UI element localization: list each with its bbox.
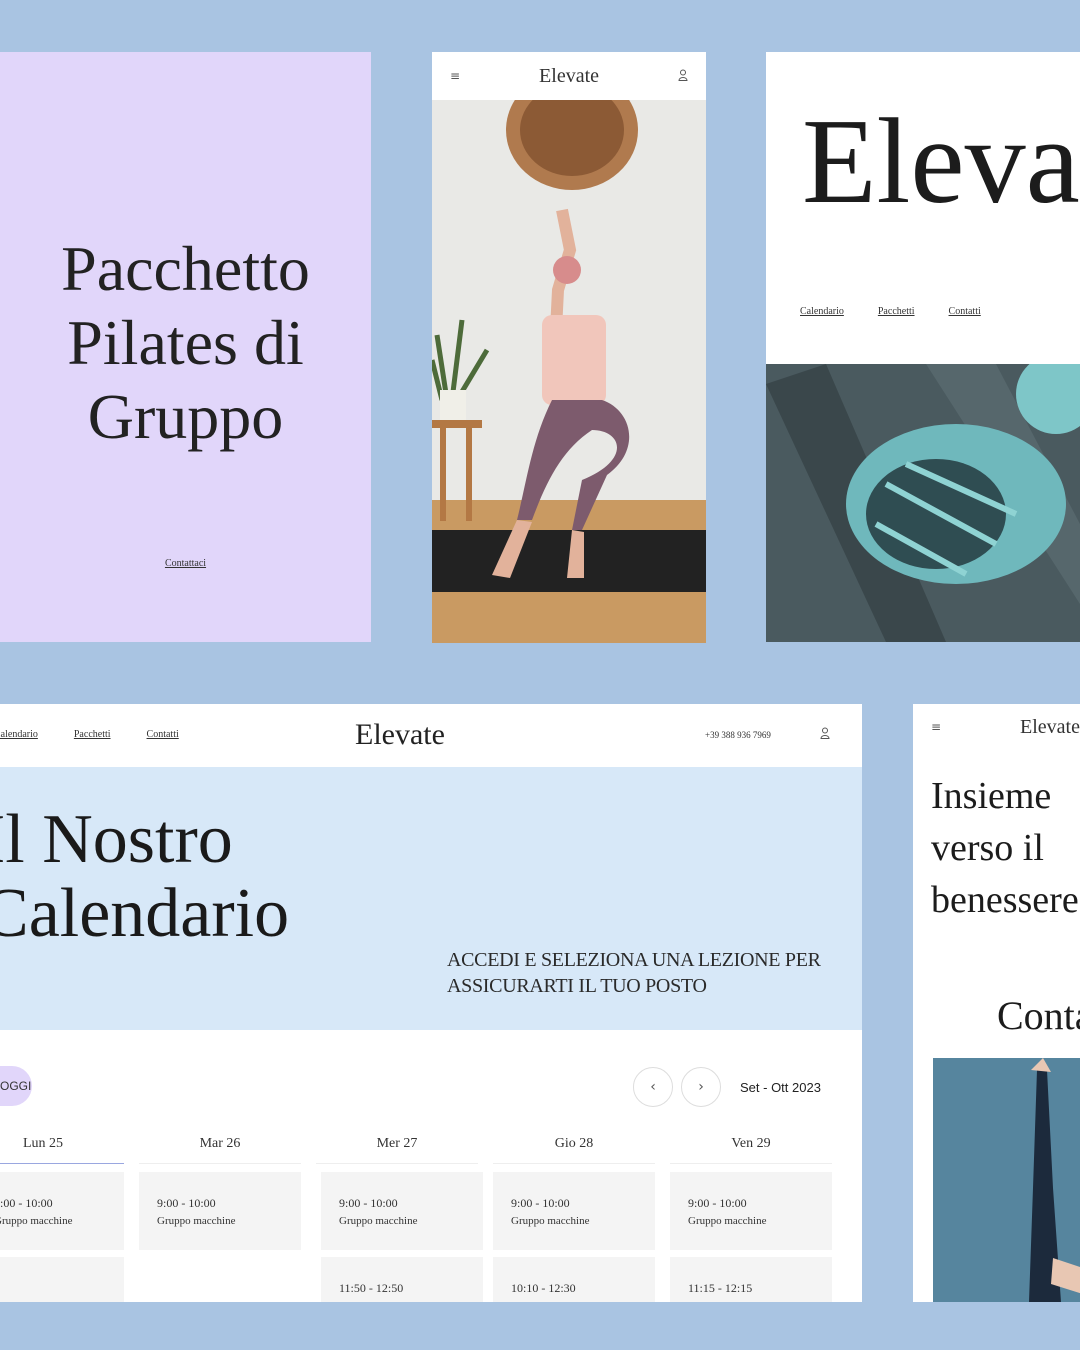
nav-link-contatti[interactable]: Contatti xyxy=(949,306,981,317)
page-title-line: Calendario xyxy=(0,875,290,952)
day-header[interactable]: Gio 28 xyxy=(493,1136,655,1164)
desktop-header: Calendario Pacchetti Contatti Elevate +3… xyxy=(0,704,862,767)
package-title-line: Pilates di xyxy=(67,307,304,378)
slot-time: 9:00 - 10:00 xyxy=(339,1196,398,1210)
day-header[interactable]: Lun 25 xyxy=(0,1136,124,1164)
slot-time: 11:50 - 12:50 xyxy=(339,1281,404,1295)
hamburger-icon[interactable]: ≡ xyxy=(931,720,941,734)
nav-link-calendario[interactable]: Calendario xyxy=(0,729,38,740)
section-title: Contatti xyxy=(997,993,1080,1038)
mobile-header: ≡ Elevate xyxy=(432,52,706,100)
date-range: Set - Ott 2023 xyxy=(740,1080,821,1095)
calendar-desktop-card: Calendario Pacchetti Contatti Elevate +3… xyxy=(0,704,862,1302)
brand-logo[interactable]: Elevate xyxy=(539,65,599,88)
day-header[interactable]: Mar 26 xyxy=(139,1136,301,1164)
day-header[interactable]: Mer 27 xyxy=(316,1136,478,1164)
slot-name: Gruppo macchine xyxy=(157,1215,236,1227)
slot-name: Gruppo macchine xyxy=(688,1215,767,1227)
desktop-nav: Calendario Pacchetti Contatti xyxy=(0,729,179,740)
slot-time: 9:00 - 10:00 xyxy=(511,1196,570,1210)
lesson-slot[interactable]: 9:00 - 10:00 Gruppo macchine xyxy=(0,1172,124,1250)
brand-card: Eleva Calendario Pacchetti Contatti xyxy=(766,52,1080,642)
contact-link[interactable]: Contattaci xyxy=(0,558,371,569)
lesson-slot[interactable]: 9:00 - 10:00 Gruppo macchine xyxy=(670,1172,832,1250)
phone-number[interactable]: +39 388 936 7969 xyxy=(705,730,771,740)
mobile-yoga-card: ≡ Elevate xyxy=(432,52,706,643)
mobile-right-card: ≡ Elevate Insieme verso il benessere Con… xyxy=(913,704,1080,1302)
brand-nav: Calendario Pacchetti Contatti xyxy=(800,306,981,317)
slot-name: Gruppo macchine xyxy=(511,1215,590,1227)
package-title-line: Pacchetto xyxy=(61,233,310,304)
package-title: Pacchetto Pilates di Gruppo xyxy=(0,232,371,454)
lesson-slot[interactable]: 11:50 - 12:50 xyxy=(321,1257,483,1302)
chevron-left-icon[interactable]: ‹ xyxy=(633,1067,673,1107)
day-header[interactable]: Ven 29 xyxy=(670,1136,832,1164)
user-icon[interactable] xyxy=(678,69,688,84)
hero-subtitle: ACCEDI E SELEZIONA UNA LEZIONE PER ASSIC… xyxy=(447,949,821,997)
lesson-slot[interactable]: 9:00 - 10:00 Gruppo macchine xyxy=(321,1172,483,1250)
today-button[interactable]: OGGI xyxy=(0,1066,32,1106)
page-title: Il Nostro Calendario xyxy=(0,803,289,951)
stretch-photo xyxy=(933,1058,1080,1302)
brand-hero-title: Eleva xyxy=(802,94,1080,229)
yoga-photo xyxy=(432,100,706,643)
brand-logo[interactable]: Elevate xyxy=(355,718,445,752)
brand-logo[interactable]: Elevate xyxy=(1020,716,1080,739)
shoes-photo xyxy=(766,364,1080,642)
lesson-slot[interactable]: 10:10 - 12:30 xyxy=(493,1257,655,1302)
slot-time: 11:15 - 12:15 xyxy=(688,1281,753,1295)
slot-time: 10:10 - 12:30 xyxy=(511,1281,576,1295)
lesson-slot[interactable]: 9:00 - 10:00 Gruppo macchine xyxy=(493,1172,655,1250)
slot-time: 9:00 - 10:00 xyxy=(688,1196,747,1210)
package-card: Pacchetto Pilates di Gruppo Contattaci xyxy=(0,52,371,642)
lesson-slot[interactable]: 11:15 - 12:15 xyxy=(670,1257,832,1302)
hamburger-icon[interactable]: ≡ xyxy=(450,69,460,83)
page-title-line: Il Nostro xyxy=(0,801,233,878)
slot-name: Gruppo macchine xyxy=(0,1215,73,1227)
hero-heading-line: verso il xyxy=(931,827,1044,869)
nav-link-pacchetti[interactable]: Pacchetti xyxy=(878,306,915,317)
slot-time: 9:00 - 10:00 xyxy=(157,1196,216,1210)
package-title-line: Gruppo xyxy=(87,381,284,452)
user-icon[interactable] xyxy=(820,727,830,742)
nav-link-contatti[interactable]: Contatti xyxy=(147,729,179,740)
chevron-right-icon[interactable]: › xyxy=(681,1067,721,1107)
slot-time: 9:00 - 10:00 xyxy=(0,1196,53,1210)
nav-link-pacchetti[interactable]: Pacchetti xyxy=(74,729,111,740)
calendar-hero: Il Nostro Calendario ACCEDI E SELEZIONA … xyxy=(0,767,862,1030)
hero-heading-line: benessere xyxy=(931,879,1079,921)
hero-heading: Insieme verso il benessere xyxy=(931,770,1079,926)
lesson-slot[interactable]: 9:00 - 10:00 Gruppo macchine xyxy=(139,1172,301,1250)
lesson-slot[interactable] xyxy=(0,1257,124,1302)
nav-link-calendario[interactable]: Calendario xyxy=(800,306,844,317)
slot-name: Gruppo macchine xyxy=(339,1215,418,1227)
hero-heading-line: Insieme xyxy=(931,775,1052,817)
